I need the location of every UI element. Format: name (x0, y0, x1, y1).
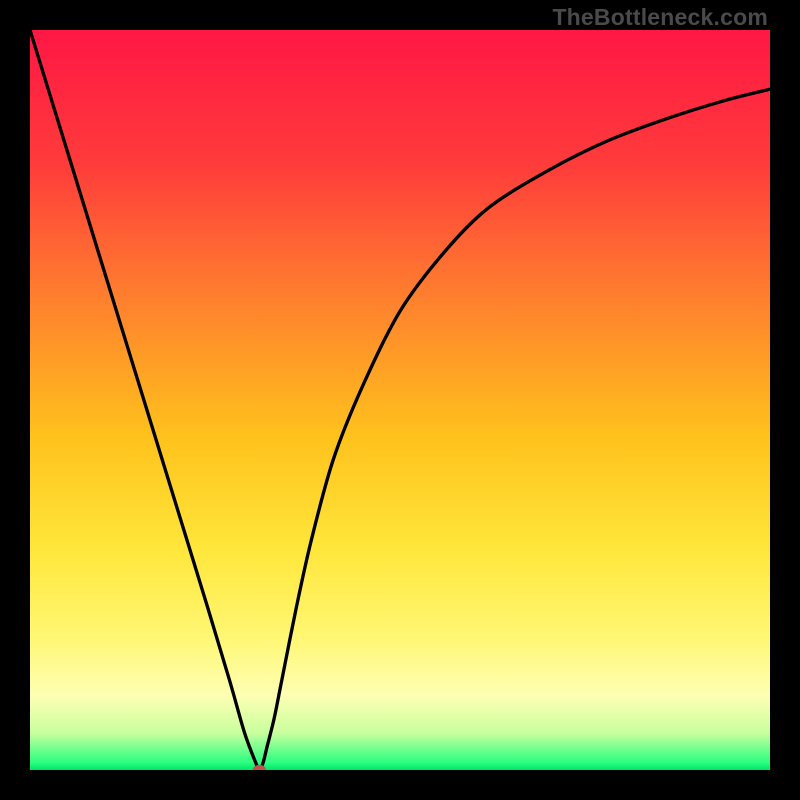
watermark-text: TheBottleneck.com (552, 4, 768, 31)
curve-layer (30, 30, 770, 770)
optimal-point-marker (253, 765, 266, 770)
chart-frame: TheBottleneck.com (0, 0, 800, 800)
plot-area (30, 30, 770, 770)
bottleneck-curve (30, 30, 770, 770)
